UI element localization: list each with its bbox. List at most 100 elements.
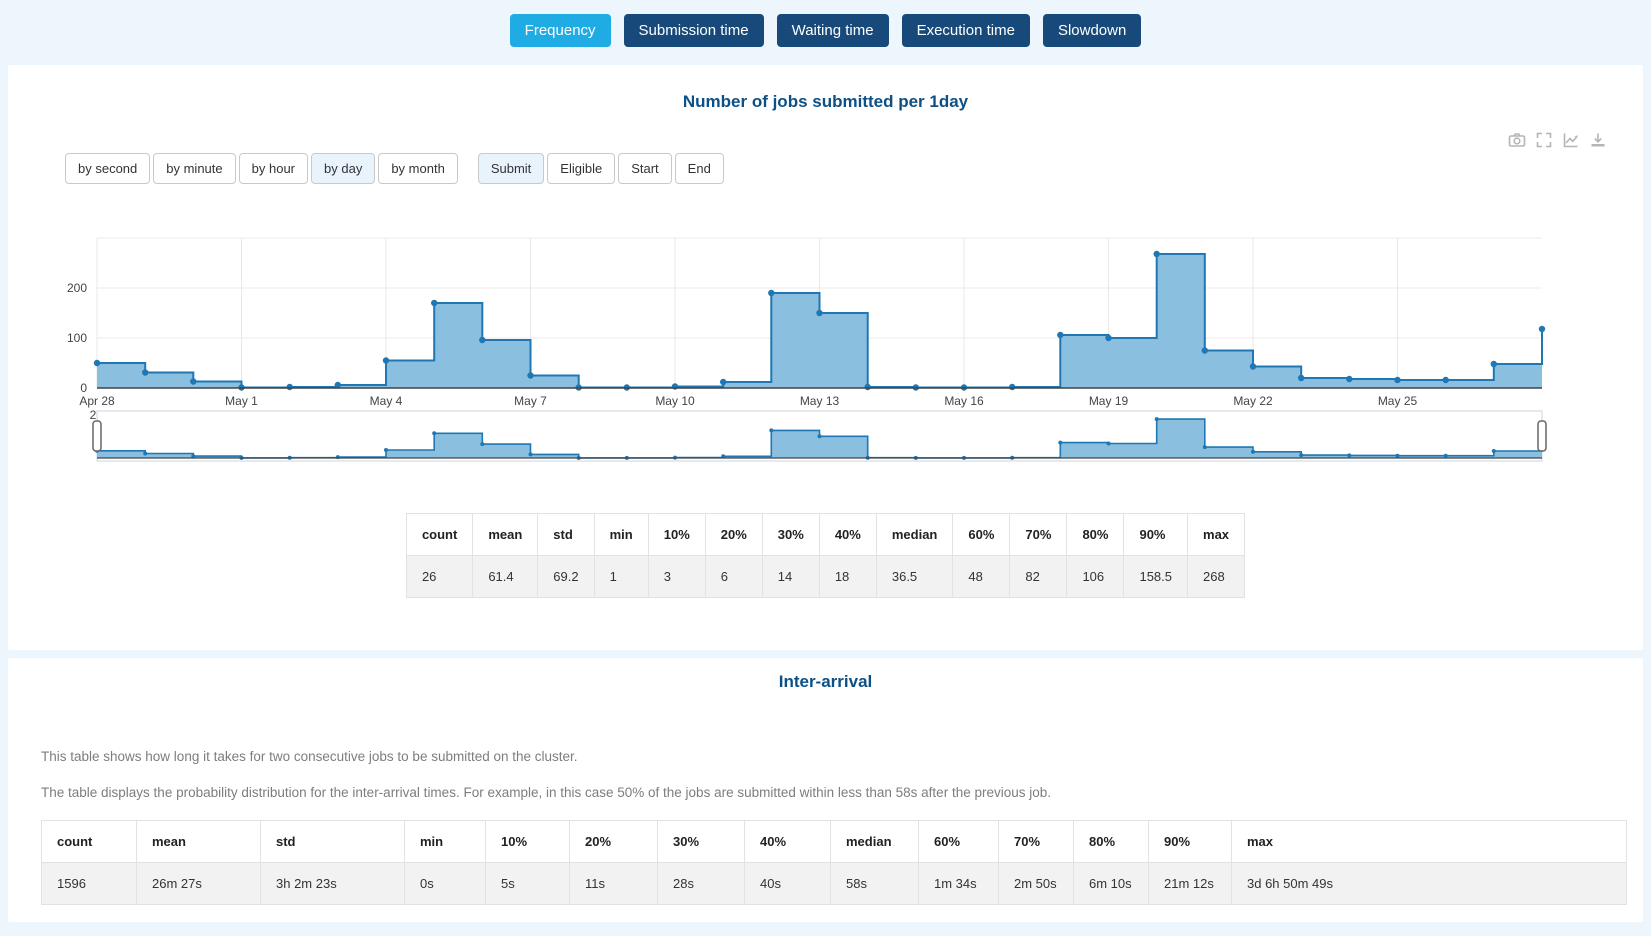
table-cell: 58s	[831, 863, 919, 905]
column-header: max	[1188, 514, 1245, 556]
column-header: 80%	[1074, 821, 1149, 863]
frequency-stats-table: countmeanstdmin10%20%30%40%median60%70%8…	[406, 513, 1245, 598]
table-cell: 6	[705, 556, 762, 598]
table-cell: 106	[1067, 556, 1124, 598]
top-tab-bar: Frequency Submission time Waiting time E…	[0, 0, 1651, 62]
svg-text:May 19: May 19	[1089, 394, 1129, 408]
column-header: 40%	[745, 821, 831, 863]
submit-series-button[interactable]: Submit	[478, 153, 544, 184]
svg-text:Apr 28: Apr 28	[79, 394, 115, 408]
column-header: 90%	[1124, 514, 1188, 556]
frequency-card: Number of jobs submitted per 1day by sec…	[8, 65, 1643, 650]
table-cell: 1m 34s	[919, 863, 999, 905]
table-cell: 18	[819, 556, 876, 598]
tab-waiting-time[interactable]: Waiting time	[777, 14, 889, 47]
eligible-series-button[interactable]: Eligible	[547, 153, 615, 184]
svg-text:200: 200	[67, 281, 87, 295]
svg-text:0: 0	[80, 381, 87, 395]
autoscale-icon[interactable]	[1535, 131, 1553, 149]
column-header: min	[405, 821, 486, 863]
interarrival-table-wrapper: countmeanstdmin10%20%30%40%median60%70%8…	[41, 820, 1610, 905]
table-cell: 28s	[658, 863, 745, 905]
column-header: count	[42, 821, 137, 863]
column-header: 40%	[819, 514, 876, 556]
column-header: 60%	[953, 514, 1010, 556]
table-cell: 6m 10s	[1074, 863, 1149, 905]
table-cell: 1596	[42, 863, 137, 905]
table-cell: 48	[953, 556, 1010, 598]
column-header: count	[406, 514, 472, 556]
table-cell: 21m 12s	[1149, 863, 1232, 905]
svg-text:May 4: May 4	[370, 394, 403, 408]
by-month-button[interactable]: by month	[378, 153, 457, 184]
column-header: 60%	[919, 821, 999, 863]
download-icon[interactable]	[1589, 131, 1607, 149]
interarrival-table: countmeanstdmin10%20%30%40%median60%70%8…	[41, 820, 1627, 905]
by-hour-button[interactable]: by hour	[239, 153, 308, 184]
page: { "tabs": { "items": [ { "label": "Frequ…	[0, 0, 1651, 936]
reset-axes-icon[interactable]	[1562, 131, 1580, 149]
table-cell: 2m 50s	[999, 863, 1074, 905]
column-header: 10%	[486, 821, 570, 863]
column-header: 10%	[648, 514, 705, 556]
frequency-chart[interactable]: 0100200Apr 282015May 1May 4May 7May 10Ma…	[8, 215, 1643, 467]
interarrival-description-2: The table displays the probability distr…	[41, 785, 1643, 800]
table-cell: 0s	[405, 863, 486, 905]
interarrival-card: Inter-arrival This table shows how long …	[8, 658, 1643, 922]
interarrival-description-1: This table shows how long it takes for t…	[41, 749, 1643, 764]
frequency-stats-wrapper: countmeanstdmin10%20%30%40%median60%70%8…	[8, 513, 1643, 598]
granularity-button-group: by second by minute by hour by day by mo…	[65, 153, 458, 184]
tab-slowdown[interactable]: Slowdown	[1043, 14, 1141, 47]
by-second-button[interactable]: by second	[65, 153, 150, 184]
camera-icon[interactable]	[1508, 131, 1526, 149]
svg-text:100: 100	[67, 331, 87, 345]
series-button-group: Submit Eligible Start End	[478, 153, 724, 184]
table-cell: 26m 27s	[137, 863, 261, 905]
tab-submission-time[interactable]: Submission time	[624, 14, 764, 47]
table-cell: 40s	[745, 863, 831, 905]
table-cell: 3h 2m 23s	[261, 863, 405, 905]
start-series-button[interactable]: Start	[618, 153, 671, 184]
tab-frequency[interactable]: Frequency	[510, 14, 611, 47]
table-cell: 26	[406, 556, 472, 598]
table-cell: 82	[1010, 556, 1067, 598]
column-header: mean	[473, 514, 538, 556]
column-header: 20%	[570, 821, 658, 863]
svg-text:May 1: May 1	[225, 394, 258, 408]
table-cell: 14	[762, 556, 819, 598]
slider-handle-right[interactable]	[1538, 421, 1546, 451]
svg-text:May 22: May 22	[1233, 394, 1273, 408]
chart-controls: by second by minute by hour by day by mo…	[65, 153, 724, 184]
column-header: max	[1232, 821, 1627, 863]
column-header: min	[594, 514, 648, 556]
table-cell: 61.4	[473, 556, 538, 598]
svg-text:May 13: May 13	[800, 394, 840, 408]
svg-text:May 10: May 10	[655, 394, 695, 408]
column-header: median	[831, 821, 919, 863]
interarrival-title: Inter-arrival	[8, 658, 1643, 692]
chart-modebar	[1508, 131, 1607, 149]
column-header: mean	[137, 821, 261, 863]
column-header: 70%	[1010, 514, 1067, 556]
slider-handle-left[interactable]	[93, 421, 101, 451]
svg-text:May 16: May 16	[944, 394, 984, 408]
by-day-button[interactable]: by day	[311, 153, 375, 184]
svg-text:May 25: May 25	[1378, 394, 1418, 408]
end-series-button[interactable]: End	[675, 153, 724, 184]
y-axis-labels: 0 100 200	[67, 281, 87, 395]
table-cell: 3d 6h 50m 49s	[1232, 863, 1627, 905]
column-header: std	[538, 514, 594, 556]
column-header: std	[261, 821, 405, 863]
column-header: 70%	[999, 821, 1074, 863]
table-cell: 69.2	[538, 556, 594, 598]
range-slider[interactable]	[93, 411, 1546, 461]
tab-execution-time[interactable]: Execution time	[902, 14, 1030, 47]
column-header: 20%	[705, 514, 762, 556]
table-cell: 1	[594, 556, 648, 598]
column-header: 30%	[762, 514, 819, 556]
table-cell: 268	[1188, 556, 1245, 598]
column-header: 80%	[1067, 514, 1124, 556]
table-cell: 5s	[486, 863, 570, 905]
table-row: 2661.469.2136141836.54882106158.5268	[406, 556, 1244, 598]
by-minute-button[interactable]: by minute	[153, 153, 235, 184]
